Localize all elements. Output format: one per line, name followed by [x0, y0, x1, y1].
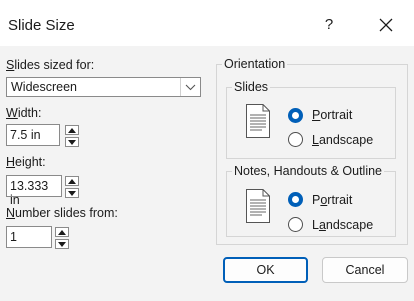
notes-landscape-label[interactable]: Landscape: [312, 218, 373, 232]
height-value: 13.333 in: [10, 179, 49, 207]
help-button[interactable]: ?: [322, 16, 336, 34]
width-increase-button[interactable]: [65, 125, 79, 135]
dropdown-arrow[interactable]: [180, 78, 200, 96]
close-icon: [379, 18, 393, 32]
width-field[interactable]: 7.5 in: [6, 124, 79, 147]
height-label: Height:: [6, 155, 46, 169]
number-slides-from-field[interactable]: 1: [6, 226, 69, 249]
number-slides-from-value: 1: [10, 230, 17, 244]
number-decrease-button[interactable]: [55, 239, 69, 249]
notes-portrait-label[interactable]: Portrait: [312, 193, 352, 207]
chevron-down-icon: [185, 84, 196, 90]
slides-portrait-label[interactable]: Portrait: [312, 108, 352, 122]
slides-landscape-label[interactable]: Landscape: [312, 133, 373, 147]
slides-sized-for-select[interactable]: Widescreen: [6, 77, 201, 97]
title-bar: Slide Size ?: [0, 0, 414, 46]
arrow-down-icon: [68, 190, 76, 196]
orientation-label: Orientation: [222, 57, 288, 71]
close-button[interactable]: [373, 12, 399, 38]
width-decrease-button[interactable]: [65, 137, 79, 147]
number-slides-from-label: Number slides from:: [6, 206, 118, 220]
arrow-up-icon: [58, 229, 66, 235]
width-stepper: [65, 125, 79, 147]
arrow-up-icon: [68, 178, 76, 184]
notes-landscape-radio[interactable]: [288, 217, 303, 232]
dialog-title: Slide Size: [8, 17, 75, 34]
width-value: 7.5 in: [10, 128, 41, 142]
slides-group-label: Slides: [232, 80, 271, 94]
width-label: Width:: [6, 106, 42, 120]
arrow-down-icon: [58, 241, 66, 247]
arrow-up-icon: [68, 127, 76, 133]
height-stepper: [65, 176, 79, 198]
number-stepper: [55, 227, 69, 249]
cancel-button[interactable]: Cancel: [322, 257, 408, 283]
height-field[interactable]: 13.333 in: [6, 175, 79, 207]
slides-sized-for-label: Slides sized for:: [6, 58, 95, 72]
notes-group-label: Notes, Handouts & Outline: [232, 164, 384, 178]
slides-landscape-radio[interactable]: [288, 132, 303, 147]
number-increase-button[interactable]: [55, 227, 69, 237]
slides-portrait-radio[interactable]: [288, 108, 303, 123]
height-increase-button[interactable]: [65, 176, 79, 186]
slides-sized-for-value: Widescreen: [11, 80, 77, 94]
arrow-down-icon: [68, 139, 76, 145]
height-decrease-button[interactable]: [65, 188, 79, 198]
portrait-page-icon: [246, 189, 270, 223]
notes-portrait-radio[interactable]: [288, 192, 303, 207]
portrait-page-icon: [246, 104, 270, 138]
ok-button[interactable]: OK: [223, 257, 308, 283]
